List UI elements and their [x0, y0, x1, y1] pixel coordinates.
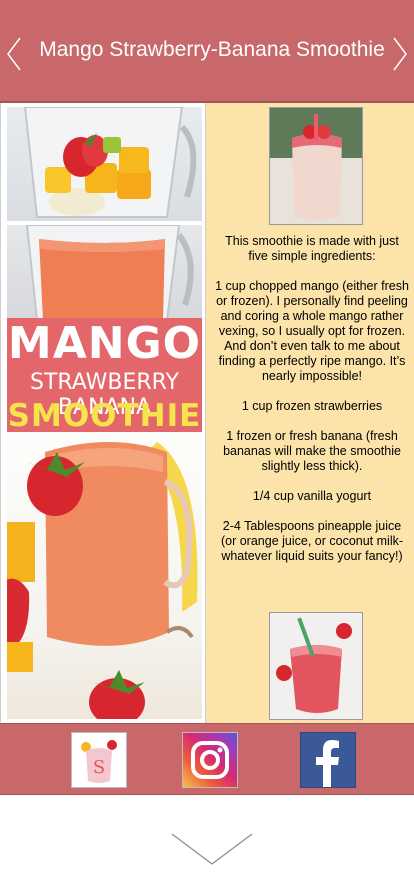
- smoothie-jar-photo: [7, 432, 202, 719]
- instagram-icon[interactable]: [182, 732, 238, 788]
- banner-word-smoothie: SMOOTHIE: [7, 398, 202, 434]
- recipe-paragraph: 1/4 cup vanilla yogurt: [252, 489, 372, 503]
- recipe-text: This smoothie is made with just five sim…: [214, 234, 410, 579]
- banner-word-mango: MANGO: [7, 318, 202, 369]
- title-banner: MANGO STRAWBERRY BANANA SMOOTHIE: [7, 318, 202, 435]
- recipe-paragraph: This smoothie is made with just five sim…: [225, 234, 399, 263]
- recipe-paragraph: 2-4 Tablespoons pineapple juice (or oran…: [220, 519, 404, 563]
- recipe-paragraph: 1 cup chopped mango (either fresh or fro…: [215, 279, 409, 383]
- main-content: MANGO STRAWBERRY BANANA SMOOTHIE This sm…: [0, 103, 414, 723]
- page-title: Mango Strawberry-Banana Smoothie: [39, 38, 385, 61]
- chevron-right-icon[interactable]: [390, 36, 410, 72]
- recipe-paragraph: 1 cup frozen strawberries: [241, 399, 383, 413]
- svg-text:S: S: [93, 757, 105, 778]
- page-header: Mango Strawberry-Banana Smoothie: [0, 0, 414, 103]
- chevron-down-icon[interactable]: [170, 832, 254, 868]
- recipe-panel: This smoothie is made with just five sim…: [205, 103, 414, 723]
- smoothie-collage-image: MANGO STRAWBERRY BANANA SMOOTHIE: [7, 107, 202, 719]
- recipe-paragraph: 1 frozen or fresh banana (fresh bananas …: [223, 429, 401, 473]
- smoothie-glass-thumbnail: [269, 107, 363, 225]
- app-icon[interactable]: S: [71, 732, 127, 788]
- social-bar: S: [0, 723, 414, 795]
- blended-smoothie-photo: [7, 225, 202, 320]
- strawberry-smoothie-thumbnail: [269, 612, 363, 720]
- facebook-icon[interactable]: [300, 732, 356, 788]
- chevron-left-icon[interactable]: [4, 36, 24, 72]
- blender-fruit-photo: [7, 107, 202, 221]
